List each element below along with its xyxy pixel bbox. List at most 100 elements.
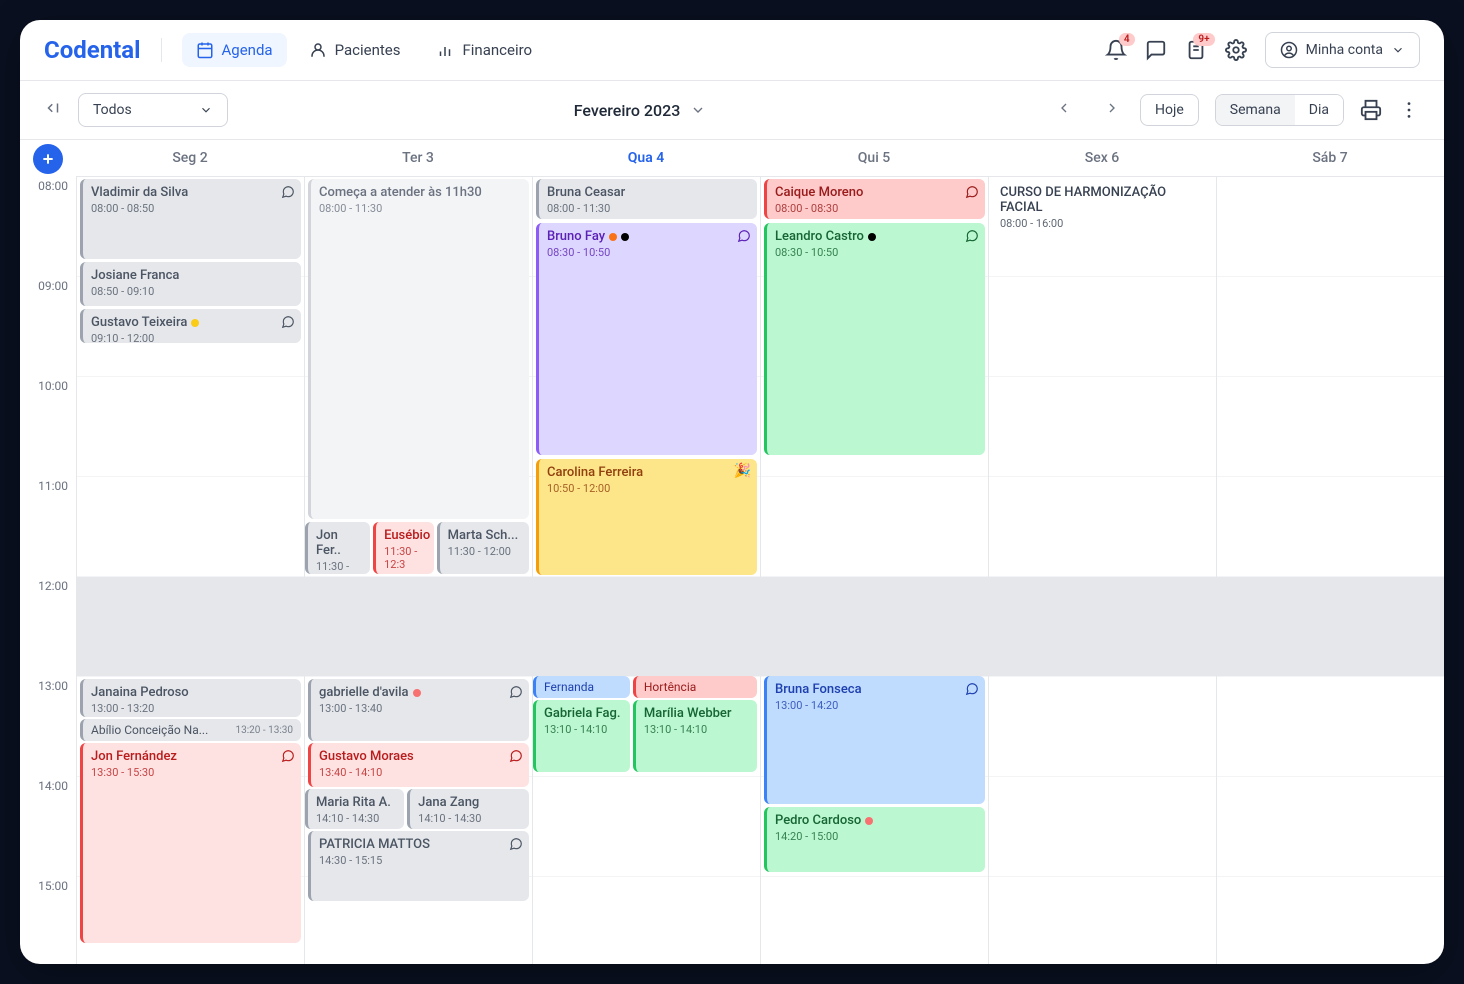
day-column[interactable]: Começa a atender às 11h3008:00 - 11:30Jo…	[304, 177, 532, 964]
hour-slot	[77, 477, 304, 577]
calendar-event[interactable]: Maria Rita A.14:10 - 14:30	[305, 789, 404, 829]
calendar-event[interactable]: Vladimir da Silva08:00 - 08:50	[80, 179, 301, 259]
calendar-event[interactable]: Marta Sch...11:30 - 12:00	[437, 522, 529, 574]
day-header[interactable]: Ter 3	[304, 140, 532, 176]
day-column[interactable]: Caique Moreno08:00 - 08:30Leandro Castro…	[760, 177, 988, 964]
view-week-button[interactable]: Semana	[1216, 95, 1295, 125]
calendar-event[interactable]: Marília Webber13:10 - 14:10	[633, 700, 757, 772]
calendar-icon	[196, 41, 214, 59]
calendar-event[interactable]: gabrielle d'avila13:00 - 13:40	[308, 679, 529, 741]
calendar-event[interactable]: PATRICIA MATTOS14:30 - 15:15	[308, 831, 529, 901]
chevron-down-icon	[690, 102, 706, 118]
day-header[interactable]: Seg 2	[76, 140, 304, 176]
event-time: 13:30 - 15:30	[91, 766, 293, 779]
print-button[interactable]	[1360, 99, 1382, 121]
messages-button[interactable]	[1145, 39, 1167, 61]
nav-agenda[interactable]: Agenda	[182, 33, 287, 67]
day-header[interactable]: Qua 4	[532, 140, 760, 176]
time-label: 11:00	[20, 477, 76, 577]
collapse-sidebar-button[interactable]	[44, 99, 62, 121]
next-week-button[interactable]	[1100, 96, 1124, 124]
day-column[interactable]: Vladimir da Silva08:00 - 08:50Josiane Fr…	[76, 177, 304, 964]
calendar-event[interactable]: Hortência	[633, 676, 757, 698]
month-picker[interactable]: Fevereiro 2023	[244, 101, 1036, 120]
month-label: Fevereiro 2023	[574, 101, 681, 120]
calendar-event[interactable]: CURSO DE HARMONIZAÇÃO FACIAL08:00 - 16:0…	[992, 179, 1213, 235]
calendar-event[interactable]: Gustavo Moraes13:40 - 14:10	[308, 743, 529, 787]
calendar-event[interactable]: Bruna Fonseca13:00 - 14:20	[764, 676, 985, 804]
new-event-button[interactable]	[33, 144, 63, 174]
collapse-icon	[44, 99, 62, 117]
event-title: Marta Sch...	[448, 528, 521, 543]
calendar-event[interactable]: Jon Fer..11:30 - 12:3	[305, 522, 370, 574]
calendar-event[interactable]: Pedro Cardoso14:20 - 15:00	[764, 807, 985, 872]
plus-icon	[40, 151, 56, 167]
days-grid[interactable]: Vladimir da Silva08:00 - 08:50Josiane Fr…	[76, 177, 1444, 964]
gear-icon	[1225, 39, 1247, 61]
prev-week-button[interactable]	[1052, 96, 1076, 124]
hour-slot	[1217, 677, 1444, 777]
hour-slot	[989, 877, 1216, 964]
event-time: 11:30 - 12:3	[384, 545, 426, 571]
more-button[interactable]	[1398, 99, 1420, 121]
chart-icon	[436, 41, 454, 59]
day-column[interactable]: CURSO DE HARMONIZAÇÃO FACIAL08:00 - 16:0…	[988, 177, 1216, 964]
calendar-event[interactable]: Eusébio11:30 - 12:3	[373, 522, 434, 574]
nav-pacientes[interactable]: Pacientes	[295, 33, 415, 67]
notifications-badge: 4	[1119, 33, 1135, 46]
calendar-event[interactable]: Bruna Ceasar08:00 - 11:30	[536, 179, 757, 219]
app-window: Codental Agenda Pacientes Financeiro 4	[20, 20, 1444, 964]
nav-pacientes-label: Pacientes	[335, 41, 401, 59]
event-time: 13:20 - 13:30	[235, 725, 293, 736]
day-header[interactable]: Sex 6	[988, 140, 1216, 176]
event-time: 14:20 - 15:00	[775, 830, 977, 843]
hour-slot	[761, 477, 988, 577]
calendar-event[interactable]: Leandro Castro08:30 - 10:50	[764, 223, 985, 455]
hour-slot	[989, 777, 1216, 877]
calendar-event[interactable]: Jana Zang14:10 - 14:30	[407, 789, 529, 829]
tasks-button[interactable]: 9+	[1185, 39, 1207, 61]
calendar-event[interactable]: Bruno Fay08:30 - 10:50	[536, 223, 757, 455]
calendar-event[interactable]: Caique Moreno08:00 - 08:30	[764, 179, 985, 219]
event-title: Gustavo Teixeira	[91, 315, 293, 330]
event-title: gabrielle d'avila	[319, 685, 521, 700]
chat-icon	[281, 315, 295, 329]
hour-slot	[989, 277, 1216, 377]
top-bar: Codental Agenda Pacientes Financeiro 4	[20, 20, 1444, 81]
calendar-event[interactable]: Janaina Pedroso13:00 - 13:20	[80, 679, 301, 717]
calendar-event[interactable]: Gustavo Teixeira09:10 - 12:00	[80, 309, 301, 343]
day-header-row: Seg 2Ter 3Qua 4Qui 5Sex 6Sáb 7	[20, 140, 1444, 177]
today-button[interactable]: Hoje	[1140, 94, 1199, 126]
calendar-event[interactable]: Jon Fernández13:30 - 15:30	[80, 743, 301, 943]
chevron-down-icon	[1391, 43, 1405, 57]
event-time: 08:00 - 08:30	[775, 202, 977, 215]
calendar-event[interactable]: Josiane Franca08:50 - 09:10	[80, 262, 301, 306]
calendar-event[interactable]: Fernanda	[533, 676, 630, 698]
hour-slot	[989, 677, 1216, 777]
hour-slot	[533, 877, 760, 964]
event-title: Bruna Ceasar	[547, 185, 749, 200]
calendar-event[interactable]: Abílio Conceição Na... 13:20 - 13:30	[80, 719, 301, 741]
day-column[interactable]	[1216, 177, 1444, 964]
event-time: 08:50 - 09:10	[91, 285, 293, 298]
nav-financeiro[interactable]: Financeiro	[422, 33, 546, 67]
notifications-button[interactable]: 4	[1105, 39, 1127, 61]
settings-button[interactable]	[1225, 39, 1247, 61]
day-column[interactable]: Bruna Ceasar08:00 - 11:30Bruno Fay08:30 …	[532, 177, 760, 964]
calendar-event[interactable]: Gabriela Fag.13:10 - 14:10	[533, 700, 630, 772]
time-labels: 08:0009:0010:0011:0012:0013:0014:0015:00	[20, 177, 76, 964]
day-header[interactable]: Sáb 7	[1216, 140, 1444, 176]
event-title: Gustavo Moraes	[319, 749, 521, 764]
event-title: PATRICIA MATTOS	[319, 837, 521, 852]
calendar-event[interactable]: Começa a atender às 11h3008:00 - 11:30	[308, 179, 529, 519]
event-title: Carolina Ferreira	[547, 465, 749, 480]
hour-slot	[305, 577, 532, 677]
filter-select[interactable]: Todos	[78, 93, 228, 127]
calendar-event[interactable]: Carolina Ferreira10:50 - 12:00🎉	[536, 459, 757, 575]
account-button[interactable]: Minha conta	[1265, 32, 1420, 68]
event-time: 08:30 - 10:50	[775, 246, 977, 259]
day-header[interactable]: Qui 5	[760, 140, 988, 176]
hour-slot	[533, 777, 760, 877]
view-day-button[interactable]: Dia	[1295, 95, 1343, 125]
event-title: Abílio Conceição Na...	[91, 723, 208, 737]
